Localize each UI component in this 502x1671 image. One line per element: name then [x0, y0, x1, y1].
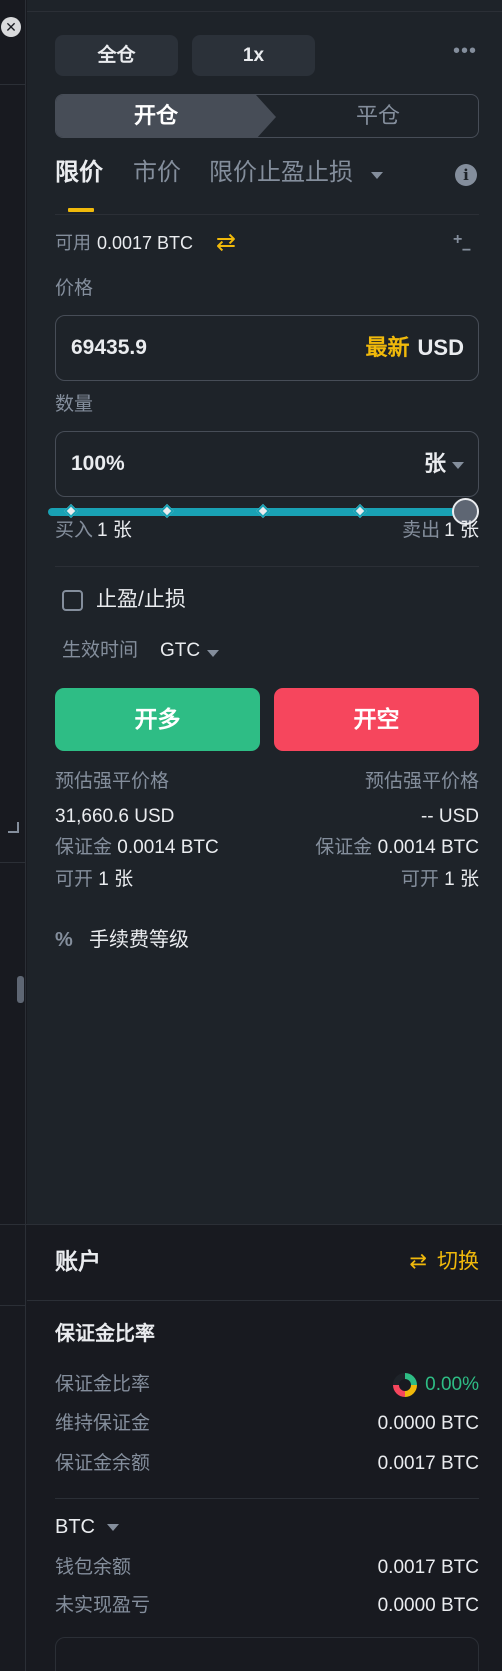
- divider: [27, 1300, 502, 1301]
- more-dots-icon[interactable]: •••: [453, 41, 479, 61]
- quantity-input[interactable]: 100% 张: [55, 431, 479, 497]
- open-long-button[interactable]: 开多: [55, 688, 260, 751]
- short-max-open-label: 可开: [400, 869, 439, 890]
- short-liq-label: 预估强平价格: [364, 771, 479, 792]
- wallet-balance-label: 钱包余额: [55, 1557, 132, 1578]
- price-suffix: 最新 USD: [366, 316, 464, 380]
- tab-limit-tpsl-order[interactable]: 限价止盈止损: [209, 156, 353, 190]
- quantity-unit-selector[interactable]: 张: [424, 432, 464, 496]
- short-margin: 保证金 0.0014 BTC: [315, 835, 479, 861]
- price-label: 价格: [55, 278, 94, 299]
- divider: [0, 1305, 26, 1306]
- divider: [55, 1498, 479, 1499]
- long-max-open-value: 1 张: [98, 869, 134, 890]
- time-in-force-select[interactable]: GTC: [160, 638, 200, 664]
- long-liq-value: 31,660.6 USD: [55, 806, 175, 827]
- gauge-icon: [393, 1372, 418, 1397]
- buy-label: 买入: [55, 520, 94, 541]
- scrollbar-thumb[interactable]: [17, 976, 24, 1003]
- buy-value: 1 张: [97, 520, 132, 541]
- chevron-down-icon[interactable]: [107, 1524, 119, 1531]
- tab-market-order[interactable]: 市价: [133, 156, 181, 190]
- unrealized-pnl-label: 未实现盈亏: [55, 1595, 151, 1616]
- chevron-down-icon: [452, 461, 464, 469]
- open-short-button[interactable]: 开空: [274, 688, 479, 751]
- long-margin-value: 0.0014 BTC: [117, 837, 219, 858]
- margin-ratio-value: 0.00%: [425, 1374, 479, 1395]
- tab-limit-order[interactable]: 限价: [55, 156, 103, 190]
- unrealized-pnl-value: 0.0000 BTC: [377, 1595, 479, 1616]
- divider: [0, 84, 26, 85]
- margin-mode-button[interactable]: 全仓: [55, 35, 178, 76]
- account-switch-label: 切换: [437, 1250, 479, 1273]
- margin-balance-label: 保证金余额: [55, 1453, 151, 1474]
- swap-icon: ⇄: [409, 1250, 427, 1273]
- short-max-open-value: 1 张: [444, 869, 479, 890]
- account-switch-button[interactable]: ⇄ 切换: [409, 1248, 479, 1276]
- open-close-switch: 开仓 平仓: [55, 94, 479, 138]
- short-max-open: 可开 1 张: [401, 867, 479, 893]
- available-label: 可用: [55, 233, 91, 253]
- tpsl-checkbox[interactable]: [62, 590, 83, 611]
- margin-ratio-label: 保证金比率: [55, 1374, 151, 1395]
- account-title: 账户: [55, 1248, 101, 1274]
- margin-ratio: 0.00%: [393, 1372, 479, 1398]
- leverage-button[interactable]: 1x: [192, 35, 315, 76]
- quantity-value[interactable]: 100%: [71, 432, 125, 496]
- calculator-icon[interactable]: + −: [453, 232, 475, 259]
- price-value[interactable]: 69435.9: [71, 316, 147, 380]
- margin-ratio-title: 保证金比率: [55, 1323, 155, 1345]
- short-liq-value: -- USD: [420, 806, 479, 827]
- long-margin: 保证金 0.0014 BTC: [55, 835, 219, 861]
- transfer-icon[interactable]: ⇄: [216, 231, 242, 255]
- tpsl-label[interactable]: 止盈/止损: [96, 586, 186, 614]
- chevron-down-icon[interactable]: [371, 172, 383, 179]
- left-chart-strip: ✕: [0, 0, 26, 1671]
- maintenance-margin-value: 0.0000 BTC: [377, 1413, 479, 1434]
- long-max-open: 可开 1 张: [55, 867, 133, 893]
- wallet-balance-value: 0.0017 BTC: [377, 1557, 479, 1578]
- quantity-label: 数量: [55, 394, 94, 415]
- sell-label: 卖出: [402, 520, 441, 541]
- price-input[interactable]: 69435.9 最新 USD: [55, 315, 479, 381]
- close-icon[interactable]: ✕: [1, 17, 21, 37]
- available-balance: 可用 0.0017 BTC: [55, 231, 193, 255]
- time-in-force-label: 生效时间: [62, 640, 139, 661]
- quantity-unit: 张: [423, 451, 446, 476]
- futures-order-screen: ✕ 全仓 1x ••• 开仓 平仓 限价 市价 限价止盈止损 i 可用 0.001…: [0, 0, 502, 1671]
- divider: [55, 214, 479, 215]
- tab-close-position[interactable]: 平仓: [276, 95, 478, 137]
- divider: [0, 862, 26, 863]
- long-max-open-label: 可开: [55, 869, 94, 890]
- chevron-down-icon[interactable]: [207, 650, 219, 657]
- sell-value: 1 张: [444, 520, 479, 541]
- asset-selector[interactable]: BTC: [55, 1513, 95, 1541]
- divider: [55, 566, 479, 567]
- fee-level-link[interactable]: 手续费等级: [89, 926, 189, 954]
- tab-open-position[interactable]: 开仓: [56, 95, 276, 137]
- margin-balance-value: 0.0017 BTC: [377, 1453, 479, 1474]
- contract-analysis-button[interactable]: [55, 1637, 479, 1671]
- info-icon[interactable]: i: [455, 164, 477, 186]
- active-tab-indicator: [68, 208, 94, 212]
- maintenance-margin-label: 维持保证金: [55, 1413, 151, 1434]
- price-unit: USD: [417, 335, 464, 360]
- available-value: 0.0017 BTC: [97, 233, 194, 253]
- long-margin-label: 保证金: [55, 837, 113, 858]
- percent-icon[interactable]: %: [55, 928, 79, 952]
- resize-corner-icon[interactable]: [8, 822, 19, 833]
- buy-amount: 买入 1 张: [55, 518, 132, 544]
- long-liq-label: 预估强平价格: [55, 771, 170, 792]
- short-margin-label: 保证金: [315, 837, 373, 858]
- latest-price-button[interactable]: 最新: [366, 335, 410, 360]
- short-margin-value: 0.0014 BTC: [377, 837, 479, 858]
- sell-amount: 卖出 1 张: [402, 518, 479, 544]
- divider: [27, 11, 502, 12]
